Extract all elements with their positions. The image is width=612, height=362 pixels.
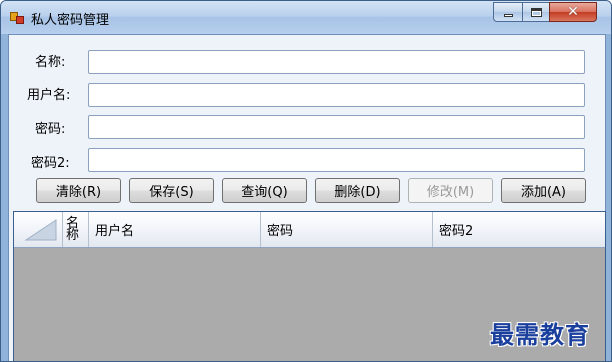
window-title: 私人密码管理 bbox=[31, 13, 110, 28]
password-field[interactable] bbox=[88, 115, 585, 139]
password-label: 密码: bbox=[35, 122, 66, 137]
delete-button[interactable]: 删除(D) bbox=[315, 178, 400, 203]
watermark-text: 最需教育 bbox=[490, 320, 590, 349]
close-icon: ✕ bbox=[567, 4, 579, 20]
column-header-name[interactable]: 名称 bbox=[63, 212, 89, 247]
client-area: 名称: 用户名: 密码: 密码2: 清除(R) 保存(S) 查询(Q) 删除(D… bbox=[8, 34, 606, 361]
maximize-button[interactable] bbox=[522, 2, 550, 22]
password2-label: 密码2: bbox=[31, 156, 70, 171]
query-button[interactable]: 查询(Q) bbox=[222, 178, 307, 203]
password2-field[interactable] bbox=[88, 148, 585, 172]
column-header-password[interactable]: 密码 bbox=[261, 212, 433, 247]
name-field[interactable] bbox=[88, 50, 585, 74]
add-button[interactable]: 添加(A) bbox=[501, 178, 586, 203]
name-label: 名称: bbox=[35, 55, 66, 70]
grid-header: 名称 用户名 密码 密码2 bbox=[14, 212, 605, 248]
select-all-corner[interactable] bbox=[14, 212, 63, 247]
maximize-icon bbox=[530, 7, 542, 17]
clear-button[interactable]: 清除(R) bbox=[36, 178, 121, 203]
username-label: 用户名: bbox=[27, 88, 71, 103]
minimize-icon bbox=[503, 13, 513, 17]
close-button[interactable]: ✕ bbox=[549, 2, 597, 22]
title-bar[interactable]: 私人密码管理 ✕ bbox=[1, 1, 611, 34]
username-field[interactable] bbox=[88, 83, 585, 107]
column-header-username[interactable]: 用户名 bbox=[89, 212, 261, 247]
column-header-password2[interactable]: 密码2 bbox=[433, 212, 605, 247]
modify-button[interactable]: 修改(M) bbox=[408, 178, 493, 203]
minimize-button[interactable] bbox=[493, 2, 523, 22]
main-window: 私人密码管理 ✕ 名称: 用户名: 密码: 密码2: 清除(R) 保存(S) 查… bbox=[0, 0, 612, 362]
save-button[interactable]: 保存(S) bbox=[129, 178, 214, 203]
app-icon[interactable] bbox=[10, 10, 25, 24]
select-all-icon bbox=[24, 219, 57, 241]
column-header-name-label: 名称 bbox=[66, 215, 80, 243]
